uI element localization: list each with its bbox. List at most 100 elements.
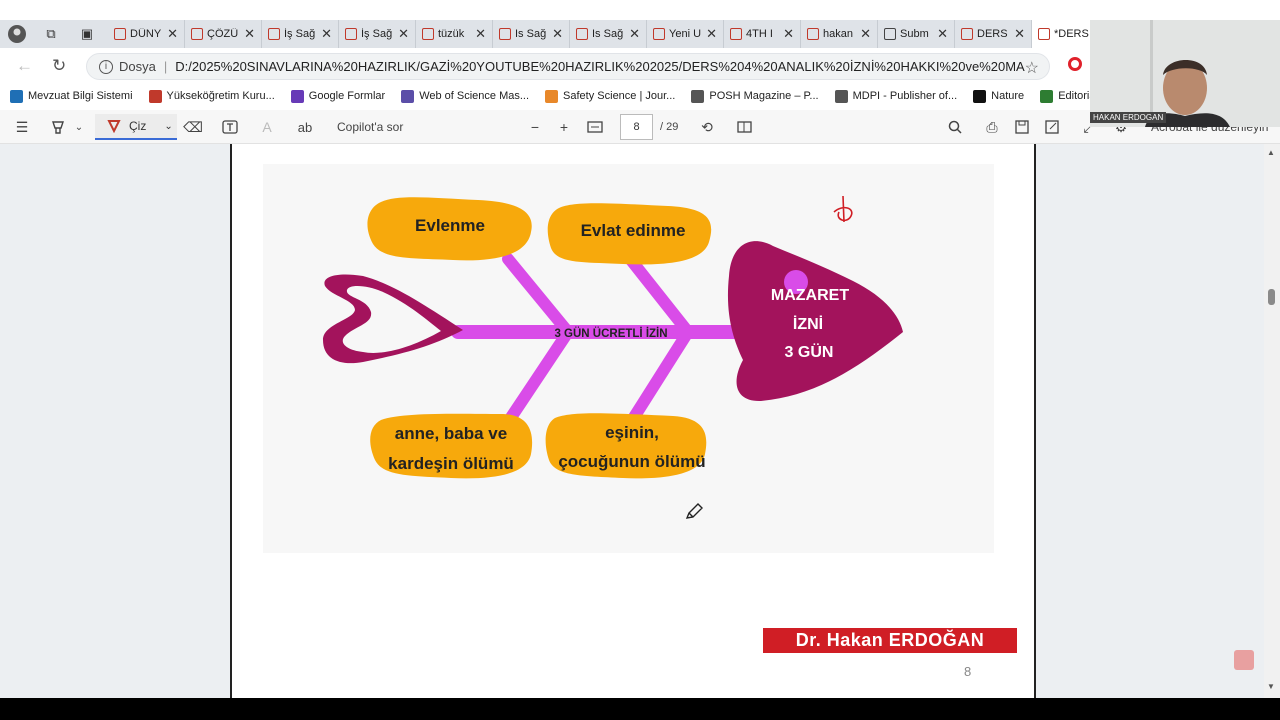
favorite-star-icon[interactable]: ☆ xyxy=(1025,58,1039,78)
bookmark-item[interactable]: Mevzuat Bilgi Sistemi xyxy=(10,89,133,103)
bookmark-item[interactable]: Nature xyxy=(973,89,1025,103)
bookmark-item[interactable]: Yükseköğretim Kuru... xyxy=(148,89,275,103)
pdf-file-icon xyxy=(730,28,742,40)
browser-tab[interactable]: İş Sağ ✕ xyxy=(262,20,339,48)
read-aloud-icon[interactable]: A xyxy=(258,118,276,136)
bubble-esinin-line-1: eşinin, xyxy=(605,423,659,442)
workspaces-icon[interactable]: ⧉ xyxy=(40,24,62,44)
tab-actions-icon[interactable]: ▣ xyxy=(76,24,98,44)
address-bar[interactable]: i Dosya | D:/2025%20SINAVLARINA%20HAZIRL… xyxy=(86,53,1050,80)
bookmark-item[interactable]: POSH Magazine – P... xyxy=(691,89,819,103)
bookmark-item[interactable]: Google Formlar xyxy=(290,89,385,103)
draw-button[interactable]: Çiz ⌄ xyxy=(95,114,177,140)
profile-avatar[interactable] xyxy=(6,24,28,44)
close-tab-icon[interactable]: ✕ xyxy=(1014,26,1025,42)
tab-strip: ⧉ ▣ DÜNY ✕ ÇÖZÜ ✕ İş Sağ ✕ İş Sağ ✕ tüzük ✕ Is Sağ… xyxy=(0,20,1280,48)
bubble-anne-baba-line-1: anne, baba ve xyxy=(395,424,507,443)
tab-label: tüzük xyxy=(438,28,465,40)
rotate-icon[interactable]: ⟲ xyxy=(698,118,716,136)
close-tab-icon[interactable]: ✕ xyxy=(398,26,409,42)
scrollbar-thumb[interactable] xyxy=(1268,289,1275,305)
scroll-down-icon[interactable]: ▼ xyxy=(1267,682,1275,691)
url-text[interactable]: D:/2025%20SINAVLARINA%20HAZIRLIK/GAZİ%20… xyxy=(175,59,1025,74)
browser-tab[interactable]: 4TH I ✕ xyxy=(724,20,801,48)
close-tab-icon[interactable]: ✕ xyxy=(321,26,332,42)
browser-tab[interactable]: Is Sağ ✕ xyxy=(570,20,647,48)
bookmark-label: Yükseköğretim Kuru... xyxy=(166,90,275,102)
close-tab-icon[interactable]: ✕ xyxy=(167,26,178,42)
draw-dropdown-icon[interactable]: ⌄ xyxy=(164,121,172,132)
fit-page-icon[interactable] xyxy=(586,118,604,136)
close-tab-icon[interactable]: ✕ xyxy=(475,26,486,42)
bottom-edge xyxy=(0,698,1280,720)
tab-label: hakan xyxy=(823,28,853,40)
highlight-icon[interactable] xyxy=(48,118,68,136)
zoom-out-icon[interactable]: − xyxy=(528,118,542,136)
close-tab-icon[interactable]: ✕ xyxy=(629,26,640,42)
pdf-file-icon xyxy=(1038,28,1050,40)
save-as-icon[interactable] xyxy=(1043,118,1061,136)
opera-icon[interactable] xyxy=(1068,57,1082,71)
copilot-button[interactable]: Copilot'a sor xyxy=(337,118,403,136)
screen: { "tabs": [ {"label": "DÜNY", "type": "p… xyxy=(0,0,1280,720)
pen-cursor-icon xyxy=(685,503,703,519)
browser-tab[interactable]: tüzük ✕ xyxy=(416,20,493,48)
webcam-name-label: HAKAN ERDOGAN xyxy=(1090,112,1167,123)
bone-lower-right xyxy=(625,326,694,428)
vertical-scrollbar[interactable]: ▲ ▼ xyxy=(1264,144,1280,698)
scroll-up-icon[interactable]: ▲ xyxy=(1267,148,1275,157)
fish-tail xyxy=(323,274,463,364)
search-icon[interactable] xyxy=(946,118,964,136)
pdf-file-icon xyxy=(268,28,280,40)
browser-tab[interactable]: hakan ✕ xyxy=(801,20,878,48)
bookmarks-bar: Mevzuat Bilgi Sistemi Yükseköğretim Kuru.… xyxy=(0,84,1153,108)
document-area: MAZARET İZNİ 3 GÜN 3 GÜN ÜCRETLİ İZİN Ev… xyxy=(0,144,1280,698)
browser-tab[interactable]: Is Sağ ✕ xyxy=(493,20,570,48)
pdf-file-icon xyxy=(576,28,588,40)
text-box-icon[interactable] xyxy=(220,118,240,136)
browser-tab[interactable]: Subm ✕ xyxy=(878,20,955,48)
print-icon[interactable]: ⎙ xyxy=(983,118,1001,136)
presenter-video xyxy=(1090,20,1280,127)
browser-tab[interactable]: İş Sağ ✕ xyxy=(339,20,416,48)
close-tab-icon[interactable]: ✕ xyxy=(937,26,948,42)
save-icon[interactable] xyxy=(1013,118,1031,136)
pdf-file-icon xyxy=(422,28,434,40)
bookmark-label: Mevzuat Bilgi Sistemi xyxy=(28,90,133,102)
author-banner: Dr. Hakan ERDOĞAN xyxy=(763,628,1017,653)
translate-icon[interactable]: ab xyxy=(295,118,315,136)
bookmark-item[interactable]: Web of Science Mas... xyxy=(401,89,529,103)
browser-tab[interactable]: Yeni U ✕ xyxy=(647,20,724,48)
tab-label: Yeni U xyxy=(669,28,702,40)
info-icon[interactable]: i xyxy=(99,59,113,74)
highlight-dropdown-icon[interactable]: ⌄ xyxy=(72,118,86,136)
tab-label: 4TH I xyxy=(746,28,773,40)
bubble-anne-baba-line-2: kardeşin ölümü xyxy=(388,454,514,473)
back-icon[interactable]: ← xyxy=(16,56,33,76)
browser-tab[interactable]: DÜNY ✕ xyxy=(108,20,185,48)
head-line-3: 3 GÜN xyxy=(785,342,834,361)
spine-label: 3 GÜN ÜCRETLİ İZİN xyxy=(554,327,667,340)
bookmark-label: Nature xyxy=(991,90,1025,102)
bookmark-item[interactable]: MDPI - Publisher of... xyxy=(834,89,957,103)
browser-tab[interactable]: DERS ✕ xyxy=(955,20,1032,48)
eraser-icon[interactable]: ⌫ xyxy=(183,118,203,136)
bookmark-favicon-icon xyxy=(1040,89,1054,103)
page-number-input[interactable]: 8 xyxy=(620,114,653,140)
close-tab-icon[interactable]: ✕ xyxy=(244,26,255,42)
close-tab-icon[interactable]: ✕ xyxy=(783,26,794,42)
webcam-overlay xyxy=(1090,20,1280,127)
bookmark-item[interactable]: Safety Science | Jour... xyxy=(545,89,675,103)
close-tab-icon[interactable]: ✕ xyxy=(860,26,871,42)
zoom-in-icon[interactable]: + xyxy=(557,118,571,136)
browser-tab[interactable]: ÇÖZÜ ✕ xyxy=(185,20,262,48)
reload-icon[interactable]: ↻ xyxy=(52,56,66,76)
pdf-file-icon xyxy=(191,28,203,40)
draw-icon xyxy=(107,120,121,133)
acrobat-icon[interactable] xyxy=(1234,650,1254,670)
close-tab-icon[interactable]: ✕ xyxy=(706,26,717,42)
page-view-icon[interactable] xyxy=(736,118,754,136)
page-total: / 29 xyxy=(660,121,679,133)
contents-icon[interactable]: ☰ xyxy=(12,118,32,136)
close-tab-icon[interactable]: ✕ xyxy=(552,26,563,42)
